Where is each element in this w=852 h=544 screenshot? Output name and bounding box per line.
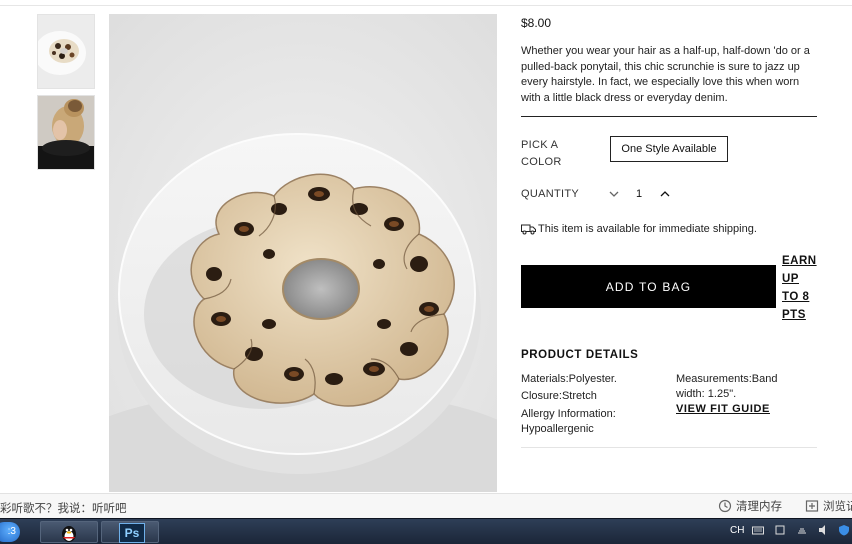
quantity-increase-button[interactable] (658, 187, 672, 201)
browser-status-bar: 彩听歌不？我说：听听吧 清理内存 浏览记 (0, 493, 852, 519)
browse-history-icon (805, 500, 819, 512)
browse-history-label: 浏览记 (823, 501, 852, 513)
windows-icon[interactable] (774, 524, 786, 536)
taskbar-photoshop-button[interactable]: Ps (101, 521, 159, 543)
quantity-decrease-button[interactable] (607, 187, 621, 201)
product-price: $8.00 (521, 16, 552, 30)
thumbnail-scrunchie[interactable] (37, 14, 95, 89)
security-shield-icon[interactable] (838, 524, 850, 536)
view-fit-guide-link[interactable]: VIEW FIT GUIDE (676, 403, 770, 415)
pick-color-label: PICK A COLOR (521, 139, 562, 168)
detail-closure: Closure:Stretch (521, 390, 597, 402)
product-main-image (109, 14, 497, 492)
ime-indicator[interactable]: CH (730, 525, 744, 536)
browse-history-button[interactable]: 浏览记 (805, 498, 852, 514)
earn-line: UP (782, 273, 799, 285)
volume-icon[interactable] (818, 524, 830, 536)
shipping-availability-text: This item is available for immediate shi… (538, 223, 757, 235)
product-description: Whether you wear your hair as a half-up,… (521, 45, 810, 104)
details-divider (521, 447, 817, 448)
clear-memory-icon (718, 499, 732, 513)
detail-allergy: Allergy Information: Hypoallergenic (521, 408, 616, 435)
chevron-up-icon (660, 191, 670, 197)
taskbar-qq-button[interactable] (40, 521, 98, 543)
clear-memory-label: 清理内存 (736, 501, 782, 513)
earn-points-link[interactable]: EARN UP TO 8 PTS (782, 252, 822, 324)
shipping-truck-icon (521, 224, 536, 235)
earn-line: EARN (782, 255, 817, 267)
clear-memory-button[interactable]: 清理内存 (718, 498, 782, 514)
description-divider (521, 116, 817, 117)
quantity-label: QUANTITY (521, 188, 580, 200)
product-details-title: PRODUCT DETAILS (521, 349, 639, 361)
quantity-value[interactable]: 1 (632, 188, 646, 200)
status-marquee-text: 彩听歌不？我说：听听吧 (0, 503, 127, 515)
start-orb-icon[interactable]: :3 (0, 522, 20, 542)
detail-materials: Materials:Polyester. (521, 373, 617, 385)
top-divider (0, 5, 852, 6)
windows-taskbar: :3 Ps CH (0, 518, 852, 544)
photoshop-icon: Ps (119, 523, 145, 543)
thumbnail-model[interactable] (37, 95, 95, 170)
chevron-down-icon (609, 191, 619, 197)
add-to-bag-button[interactable]: ADD TO BAG (521, 265, 776, 308)
network-icon[interactable] (796, 524, 808, 536)
earn-line: PTS (782, 309, 806, 321)
keyboard-icon[interactable] (752, 524, 764, 536)
style-option-button[interactable]: One Style Available (610, 136, 728, 162)
qq-penguin-icon (62, 526, 76, 542)
earn-line: TO 8 (782, 291, 810, 303)
detail-measurements: Measurements:Band width: 1.25". (676, 373, 778, 400)
